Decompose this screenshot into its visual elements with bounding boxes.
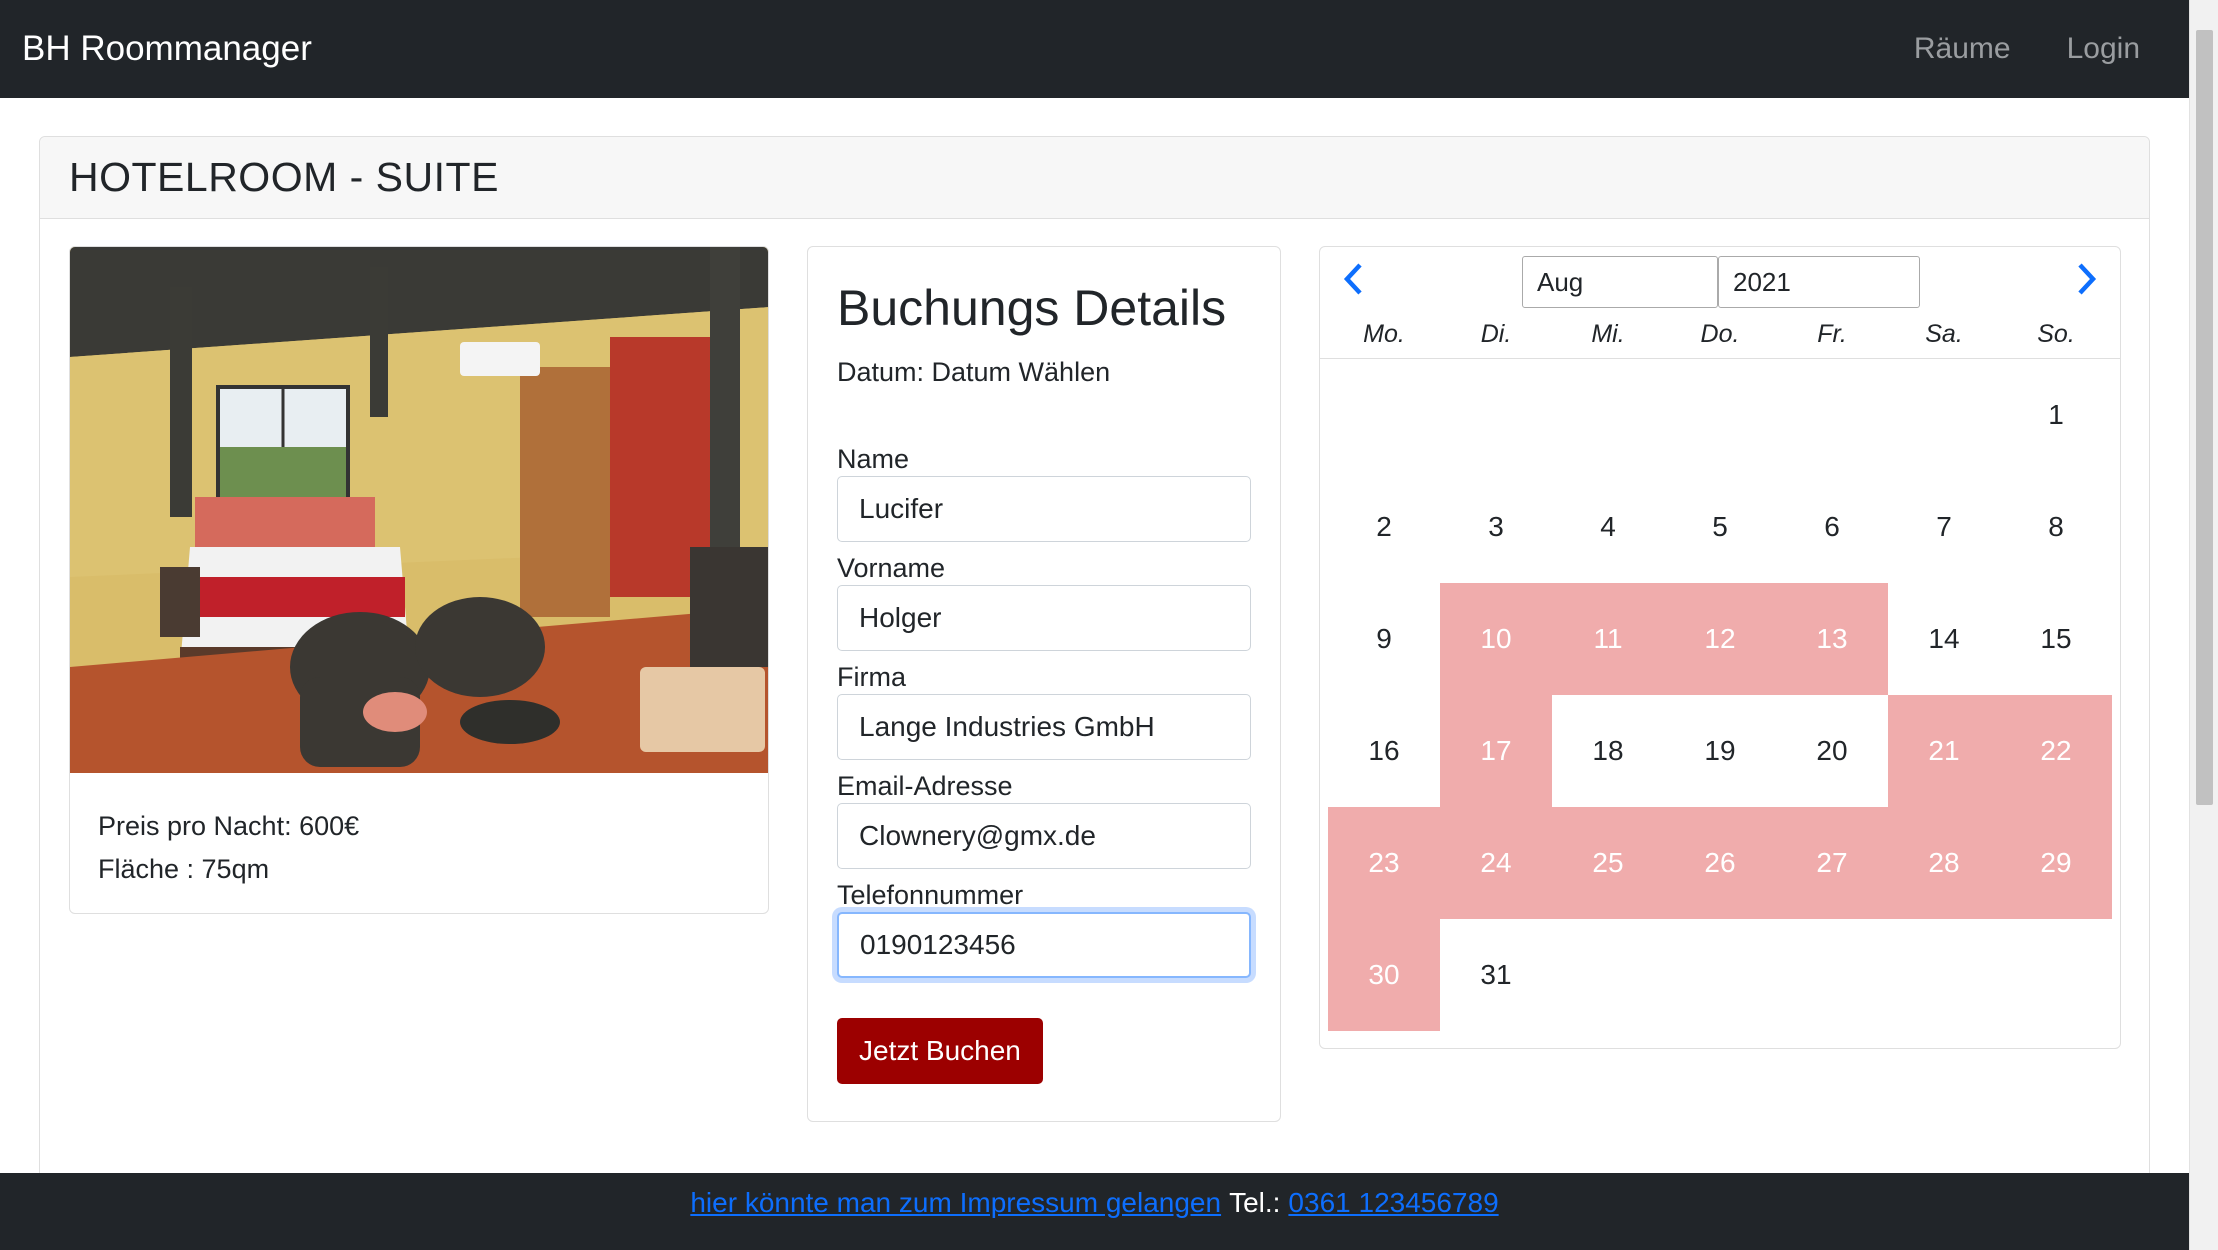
calendar-day[interactable]: 2	[1328, 471, 1440, 583]
calendar-day[interactable]: 19	[1664, 695, 1776, 807]
calendar-day[interactable]: 8	[2000, 471, 2112, 583]
chevron-right-icon[interactable]	[2074, 261, 2098, 302]
calendar-day[interactable]: 9	[1328, 583, 1440, 695]
room-header: HOTELROOM - SUITE	[40, 137, 2149, 219]
calendar-day-booked[interactable]: 21	[1888, 695, 2000, 807]
footer: hier könnte man zum Impressum gelangen T…	[0, 1173, 2189, 1250]
calendar: Aug 2021 Mo. Di. Mi. Do. Fr. Sa. So. 123…	[1319, 246, 2121, 1049]
room-price: Preis pro Nacht: 600€	[98, 811, 360, 841]
weekday-sa: Sa.	[1925, 320, 1963, 348]
telefon-label: Telefonnummer	[837, 880, 1024, 910]
nav-link-login[interactable]: Login	[2067, 32, 2140, 66]
booking-form: Buchungs Details Datum: Datum Wählen Nam…	[807, 246, 1281, 1122]
calendar-empty-cell	[1664, 359, 1776, 471]
year-input[interactable]: 2021	[1718, 256, 1920, 308]
calendar-day-booked[interactable]: 30	[1328, 919, 1440, 1031]
calendar-header: Aug 2021	[1320, 247, 2120, 311]
calendar-day-booked[interactable]: 24	[1440, 807, 1552, 919]
calendar-days: 1 2 3 4 5 6 7 8 9 10 11 12 13 14 15 16 17 18 19 20 21 22 23 24 2…	[1320, 359, 2120, 1031]
brand-link[interactable]: BH Roommanager	[22, 29, 312, 69]
weekday-mi: Mi.	[1591, 320, 1625, 348]
calendar-empty-cell	[1552, 359, 1664, 471]
calendar-day[interactable]: 15	[2000, 583, 2112, 695]
vorname-label: Vorname	[837, 553, 946, 583]
room-details: Preis pro Nacht: 600€ Fläche : 75qm	[70, 773, 768, 913]
firma-input[interactable]	[837, 694, 1251, 760]
calendar-day-booked[interactable]: 28	[1888, 807, 2000, 919]
nav-links: Räume Login	[1914, 32, 2167, 66]
book-now-button[interactable]: Jetzt Buchen	[837, 1018, 1043, 1084]
tel-label: Tel.:	[1229, 1187, 1281, 1218]
scrollbar[interactable]	[2189, 0, 2218, 1250]
email-label: Email-Adresse	[837, 771, 1013, 801]
calendar-day-booked[interactable]: 27	[1776, 807, 1888, 919]
weekday-di: Di.	[1480, 320, 1512, 348]
telefon-input[interactable]	[837, 912, 1251, 978]
calendar-day[interactable]: 18	[1552, 695, 1664, 807]
email-input[interactable]	[837, 803, 1251, 869]
calendar-empty-cell	[1888, 359, 2000, 471]
calendar-day-booked[interactable]: 17	[1440, 695, 1552, 807]
calendar-day[interactable]: 7	[1888, 471, 2000, 583]
weekday-fr: Fr.	[1817, 320, 1847, 348]
calendar-day-booked[interactable]: 25	[1552, 807, 1664, 919]
calendar-day-booked[interactable]: 22	[2000, 695, 2112, 807]
calendar-day[interactable]: 3	[1440, 471, 1552, 583]
nav-link-raeume[interactable]: Räume	[1914, 32, 2011, 66]
calendar-day-booked[interactable]: 26	[1664, 807, 1776, 919]
page: BH Roommanager Räume Login HOTELROOM - S…	[0, 0, 2189, 1250]
calendar-day-booked[interactable]: 12	[1664, 583, 1776, 695]
calendar-empty-cell	[1776, 359, 1888, 471]
room-photo-illustration	[70, 247, 768, 773]
calendar-empty-cell	[1328, 359, 1440, 471]
weekday-do: Do.	[1700, 320, 1740, 348]
calendar-day-booked[interactable]: 13	[1776, 583, 1888, 695]
calendar-day[interactable]: 16	[1328, 695, 1440, 807]
calendar-day[interactable]: 31	[1440, 919, 1552, 1031]
calendar-day[interactable]: 6	[1776, 471, 1888, 583]
firma-label: Firma	[837, 662, 906, 692]
calendar-empty-cell	[1440, 359, 1552, 471]
vorname-input[interactable]	[837, 585, 1251, 651]
weekday-row: Mo. Di. Mi. Do. Fr. Sa. So.	[1320, 311, 2120, 359]
room-title: HOTELROOM - SUITE	[69, 154, 499, 200]
calendar-day[interactable]: 4	[1552, 471, 1664, 583]
calendar-day-booked[interactable]: 23	[1328, 807, 1440, 919]
room-photo	[70, 247, 768, 773]
calendar-day[interactable]: 5	[1664, 471, 1776, 583]
chevron-left-icon[interactable]	[1342, 261, 1366, 302]
impressum-link[interactable]: hier könnte man zum Impressum gelangen	[690, 1187, 1221, 1219]
weekday-mo: Mo.	[1363, 320, 1405, 348]
calendar-day[interactable]: 20	[1776, 695, 1888, 807]
tel-link[interactable]: 0361 123456789	[1288, 1187, 1498, 1219]
name-input[interactable]	[837, 476, 1251, 542]
navbar: BH Roommanager Räume Login	[0, 0, 2189, 98]
calendar-day-booked[interactable]: 29	[2000, 807, 2112, 919]
month-select[interactable]: Aug	[1522, 256, 1718, 308]
booking-heading: Buchungs Details	[837, 280, 1227, 336]
scrollbar-thumb[interactable]	[2196, 30, 2213, 805]
room-info-card: Preis pro Nacht: 600€ Fläche : 75qm	[69, 246, 769, 914]
name-label: Name	[837, 444, 910, 474]
calendar-day-booked[interactable]: 11	[1552, 583, 1664, 695]
weekday-so: So.	[2037, 320, 2075, 348]
room-area: Fläche : 75qm	[98, 854, 270, 884]
calendar-day[interactable]: 14	[1888, 583, 2000, 695]
calendar-day[interactable]: 1	[2000, 359, 2112, 471]
calendar-day-booked[interactable]: 10	[1440, 583, 1552, 695]
booking-date: Datum: Datum Wählen	[837, 357, 1111, 387]
